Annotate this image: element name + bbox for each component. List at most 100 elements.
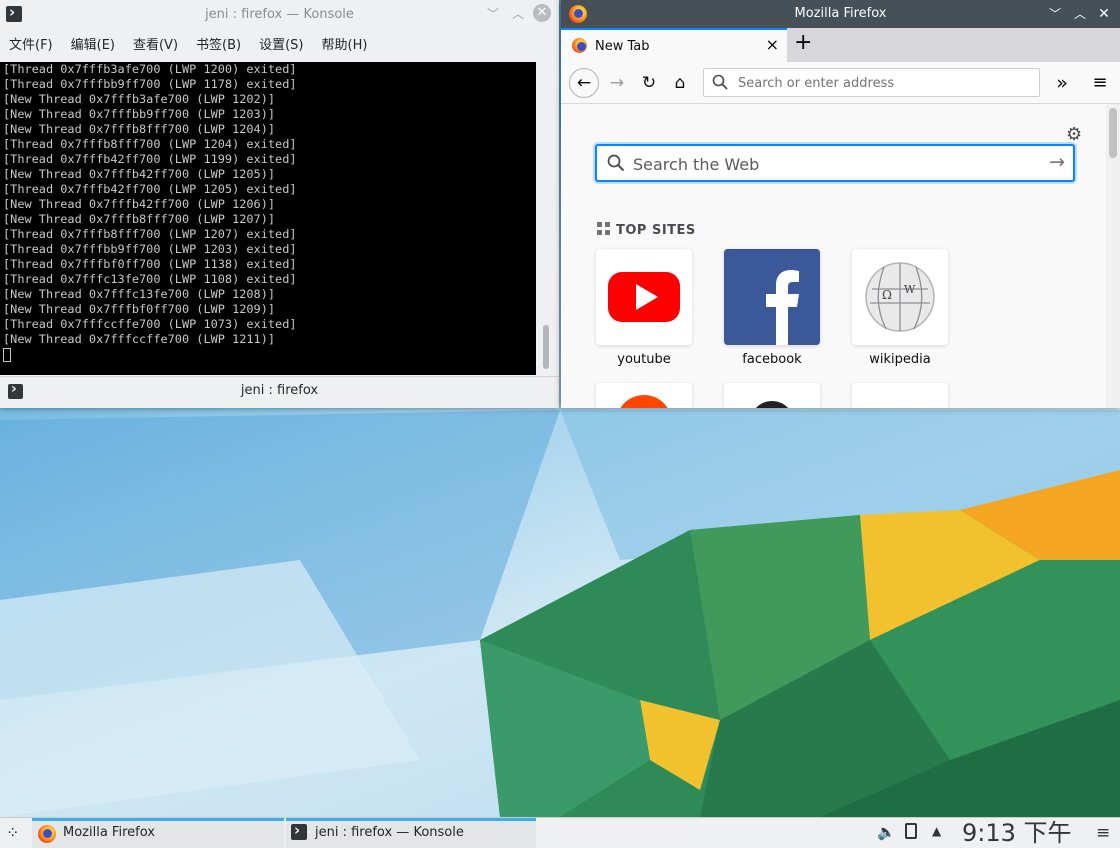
menu-bookmarks[interactable]: 书签(B) — [187, 32, 250, 59]
konsole-tabbar: jeni : firefox — [0, 376, 559, 407]
terminal-line: [Thread 0x7fffb42ff700 (LWP 1199) exited… — [3, 152, 297, 166]
terminal-line: [New Thread 0x7fffb3afe700 (LWP 1202)] — [3, 92, 276, 106]
firefox-titlebar[interactable]: Mozilla Firefox ﹀ ︿ ✕ — [561, 0, 1120, 28]
terminal-line: [Thread 0x7fffb8fff700 (LWP 1204) exited… — [3, 137, 297, 151]
menu-file[interactable]: 文件(F) — [0, 32, 62, 59]
chevron-up-icon[interactable]: ︿ — [1072, 6, 1088, 22]
wikipedia-globe-icon: ΩW — [865, 262, 935, 332]
site-logo-icon — [755, 401, 789, 408]
task-firefox[interactable]: Mozilla Firefox — [32, 818, 284, 848]
tab-new-tab[interactable]: New Tab × — [561, 28, 787, 62]
svg-text:W: W — [904, 283, 916, 296]
konsole-window: jeni : firefox — Konsole ﹀ ︿ ✕ 文件(F)编辑(E… — [0, 0, 559, 408]
scrollbar-thumb[interactable] — [543, 325, 549, 369]
terminal-line: [Thread 0x7fffbb9ff700 (LWP 1178) exited… — [3, 77, 297, 91]
navigation-toolbar: ← → ↻ ⌂ » ≡ — [561, 62, 1120, 104]
firefox-window-title: Mozilla Firefox — [794, 6, 887, 21]
top-sites-label: TOP SITES — [616, 223, 696, 238]
terminal-prompt — [3, 347, 536, 362]
close-icon[interactable]: ✕ — [533, 4, 551, 22]
terminal-output[interactable]: [Thread 0x7fffb3afe700 (LWP 1200) exited… — [0, 62, 536, 375]
search-icon — [607, 154, 625, 172]
menu-help[interactable]: 帮助(H) — [313, 32, 377, 59]
top-site-label[interactable]: wikipedia — [852, 352, 948, 367]
web-search-box[interactable]: → — [595, 144, 1075, 182]
scrollbar-thumb[interactable] — [1109, 108, 1117, 158]
close-icon[interactable]: × — [766, 35, 779, 54]
firefox-icon — [38, 825, 56, 843]
task-konsole[interactable]: jeni : firefox — Konsole — [286, 818, 536, 848]
menu-settings[interactable]: 设置(S) — [250, 32, 312, 59]
top-sites-heading: TOP SITES — [597, 222, 696, 238]
clock[interactable]: 9:13 下午 — [962, 818, 1072, 848]
site-logo-icon — [620, 395, 668, 408]
home-icon[interactable]: ⌂ — [666, 69, 694, 97]
app-launcher-icon[interactable]: ⁘ — [6, 823, 19, 842]
panel-menu-icon[interactable]: ≡ — [1096, 823, 1110, 843]
new-tab-page: ⚙ → TOP SITES youtube facebook ΩW wikipe… — [561, 104, 1106, 408]
back-arrow-icon[interactable]: ← — [569, 68, 599, 98]
facebook-logo-icon — [724, 249, 820, 345]
terminal-line: [New Thread 0x7fffccffe700 (LWP 1211)] — [3, 332, 276, 346]
terminal-line: [Thread 0x7fffb42ff700 (LWP 1205) exited… — [3, 182, 297, 196]
terminal-line: [New Thread 0x7fffbb9ff700 (LWP 1203)] — [3, 107, 276, 121]
chevron-down-icon[interactable]: ﹀ — [485, 6, 501, 22]
top-site-facebook[interactable] — [724, 249, 820, 345]
gear-icon[interactable]: ⚙ — [1066, 124, 1082, 145]
konsole-titlebar[interactable]: jeni : firefox — Konsole ﹀ ︿ ✕ — [0, 0, 559, 29]
task-label: Mozilla Firefox — [63, 825, 155, 840]
top-site-tile[interactable] — [852, 383, 948, 408]
terminal-line: [New Thread 0x7fffb42ff700 (LWP 1205)] — [3, 167, 276, 181]
terminal-line: [Thread 0x7fffbb9ff700 (LWP 1203) exited… — [3, 242, 297, 256]
top-site-wikipedia[interactable]: ΩW — [852, 249, 948, 345]
web-search-input[interactable] — [631, 153, 1035, 175]
task-label: jeni : firefox — Konsole — [315, 825, 464, 840]
terminal-line: [New Thread 0x7fffb42ff700 (LWP 1206)] — [3, 197, 276, 211]
close-icon[interactable]: ✕ — [1096, 6, 1112, 22]
konsole-tab[interactable]: jeni : firefox — [0, 383, 559, 398]
firefox-window: Mozilla Firefox ﹀ ︿ ✕ New Tab × + ← → ↻ … — [561, 0, 1120, 408]
reload-icon[interactable]: ↻ — [635, 69, 663, 97]
volume-muted-icon[interactable]: 🔈 — [877, 823, 896, 841]
terminal-line: [Thread 0x7fffb8fff700 (LWP 1207) exited… — [3, 227, 297, 241]
top-site-tile[interactable] — [596, 383, 692, 408]
overflow-chevron-icon[interactable]: » — [1048, 69, 1076, 97]
terminal-line: [New Thread 0x7fffbf0ff700 (LWP 1209)] — [3, 302, 276, 316]
terminal-line: [Thread 0x7fffc13fe700 (LWP 1108) exited… — [3, 272, 297, 286]
chevron-up-icon[interactable]: ︿ — [510, 6, 526, 22]
tab-strip: New Tab × + — [561, 28, 1120, 62]
terminal-cursor — [3, 348, 11, 362]
terminal-line: [Thread 0x7fffccffe700 (LWP 1073) exited… — [3, 317, 297, 331]
terminal-line: [New Thread 0x7fffc13fe700 (LWP 1208)] — [3, 287, 276, 301]
svg-text:Ω: Ω — [882, 288, 892, 302]
terminal-line: [New Thread 0x7fffb8fff700 (LWP 1204)] — [3, 122, 276, 136]
hamburger-menu-icon[interactable]: ≡ — [1086, 69, 1114, 97]
url-bar[interactable] — [703, 68, 1040, 97]
terminal-line: [New Thread 0x7fffb8fff700 (LWP 1207)] — [3, 212, 276, 226]
konsole-menubar: 文件(F) 编辑(E) 查看(V) 书签(B) 设置(S) 帮助(H) — [0, 32, 376, 59]
tab-title: New Tab — [595, 39, 650, 54]
top-site-youtube[interactable] — [596, 249, 692, 345]
address-input[interactable] — [736, 73, 1030, 94]
top-site-label[interactable]: facebook — [724, 352, 820, 367]
terminal-line: [Thread 0x7fffb3afe700 (LWP 1200) exited… — [3, 62, 297, 76]
plus-icon[interactable]: + — [794, 30, 812, 55]
search-icon — [712, 74, 728, 90]
clipboard-icon[interactable] — [905, 823, 917, 839]
menu-view[interactable]: 查看(V) — [124, 32, 187, 59]
konsole-app-icon — [291, 821, 307, 840]
terminal-line: [Thread 0x7fffbf0ff700 (LWP 1138) exited… — [3, 257, 297, 271]
terminal-scrollbar[interactable] — [538, 62, 556, 375]
page-scrollbar[interactable] — [1106, 104, 1120, 408]
taskbar: ⁘ Mozilla Firefox jeni : firefox — Konso… — [0, 817, 1120, 848]
top-site-label[interactable]: youtube — [596, 352, 692, 367]
top-site-tile[interactable] — [724, 383, 820, 408]
arrow-right-icon[interactable]: → — [1049, 151, 1065, 173]
grid-icon — [597, 222, 610, 235]
menu-edit[interactable]: 编辑(E) — [62, 32, 124, 59]
tray-expand-icon[interactable]: ▲ — [932, 824, 941, 838]
chevron-down-icon[interactable]: ﹀ — [1047, 6, 1063, 22]
firefox-icon — [572, 38, 587, 53]
konsole-window-title: jeni : firefox — Konsole — [205, 7, 354, 22]
forward-arrow-icon[interactable]: → — [603, 69, 631, 97]
